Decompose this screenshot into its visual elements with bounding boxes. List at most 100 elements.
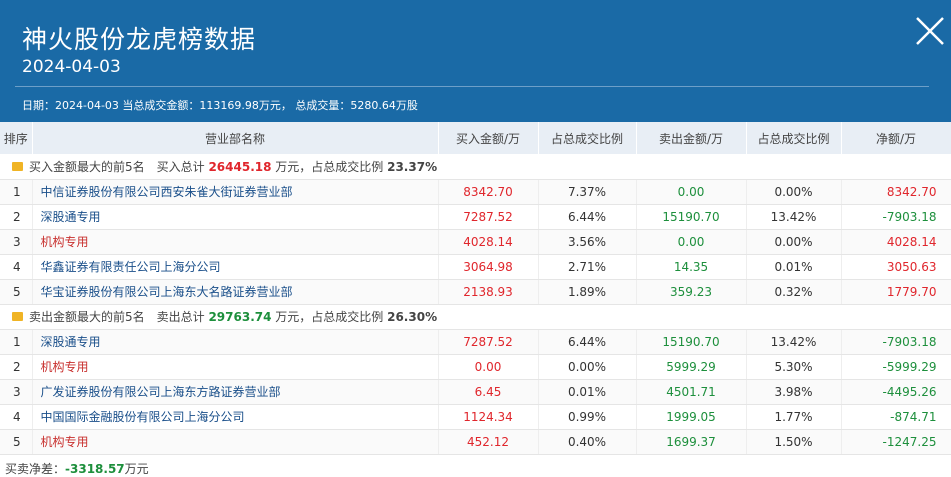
branch-link[interactable]: 中信证券股份有限公司西安朱雀大街证券营业部 [41, 185, 293, 199]
net-amount-cell: -1247.25 [841, 429, 951, 455]
branch-link[interactable]: 中国国际金融股份有限公司上海分公司 [41, 410, 245, 424]
close-icon [916, 17, 944, 45]
rank-cell: 3 [0, 379, 33, 405]
group-summary: 买入金额最大的前5名 买入总计 26445.18 万元，占总成交比例 23.37… [0, 154, 951, 180]
sell-amount-cell: 15190.70 [636, 204, 747, 230]
buy-ratio-cell: 2.71% [538, 254, 637, 280]
col-buy-amount: 买入金额/万 [438, 122, 539, 154]
col-rank: 排序 [0, 122, 33, 154]
sell-amount-cell: 359.23 [636, 279, 747, 305]
buy-ratio-cell: 0.01% [538, 379, 637, 405]
col-sell-amount: 卖出金额/万 [636, 122, 747, 154]
branch-cell: 中国国际金融股份有限公司上海分公司 [32, 404, 439, 430]
buy-ratio-cell: 6.44% [538, 329, 637, 355]
sell-amount-cell: 1699.37 [636, 429, 747, 455]
buy-ratio-cell: 3.56% [538, 229, 637, 255]
sell-amount-cell: 14.35 [636, 254, 747, 280]
table-row: 2 机构专用 0.00 0.00% 5999.29 5.30% -5999.29 [0, 354, 951, 380]
col-net-amount: 净额/万 [841, 122, 951, 154]
net-amount-cell: 3050.63 [841, 254, 951, 280]
rank-cell: 2 [0, 354, 33, 380]
close-button[interactable] [914, 15, 946, 47]
rank-cell: 4 [0, 404, 33, 430]
table-row: 4 中国国际金融股份有限公司上海分公司 1124.34 0.99% 1999.05 1.7… [0, 404, 951, 430]
rank-cell: 1 [0, 329, 33, 355]
rank-cell: 3 [0, 229, 33, 255]
rank-cell: 5 [0, 279, 33, 305]
table-row: 5 华宝证券股份有限公司上海东大名路证券营业部 2138.93 1.89% 359.23… [0, 279, 951, 305]
branch-link[interactable]: 广发证券股份有限公司上海东方路证券营业部 [41, 385, 281, 399]
branch-link[interactable]: 深股通专用 [41, 335, 101, 349]
folder-icon [12, 312, 23, 321]
sell-amount-cell: 0.00 [636, 179, 747, 205]
buy-ratio-cell: 1.89% [538, 279, 637, 305]
group-prefix: 买入金额最大的前5名 买入总计 [29, 159, 209, 174]
branch-cell: 中信证券股份有限公司西安朱雀大街证券营业部 [32, 179, 439, 205]
sell-ratio-cell: 0.32% [746, 279, 842, 305]
buy-amount-cell: 2138.93 [438, 279, 539, 305]
buy-amount-cell: 4028.14 [438, 229, 539, 255]
rank-cell: 4 [0, 254, 33, 280]
branch-cell: 机构专用 [32, 229, 439, 255]
group-mid: 万元，占总成交比例 [271, 159, 388, 174]
net-amount-cell: 8342.70 [841, 179, 951, 205]
branch-link[interactable]: 深股通专用 [41, 210, 101, 224]
buy-amount-cell: 3064.98 [438, 254, 539, 280]
table-row: 4 华鑫证券有限责任公司上海分公司 3064.98 2.71% 14.35 0.01% 30… [0, 254, 951, 280]
sell-amount-cell: 0.00 [636, 229, 747, 255]
net-difference-value: -3318.57 [65, 462, 125, 476]
net-amount-cell: 1779.70 [841, 279, 951, 305]
branch-cell: 华宝证券股份有限公司上海东大名路证券营业部 [32, 279, 439, 305]
branch-link[interactable]: 华鑫证券有限责任公司上海分公司 [41, 260, 221, 274]
col-branch-name: 营业部名称 [32, 122, 439, 154]
branch-cell: 深股通专用 [32, 204, 439, 230]
group-ratio: 26.30% [387, 310, 438, 324]
group-ratio: 23.37% [387, 159, 438, 174]
buy-group-header: 买入金额最大的前5名 买入总计 26445.18 万元，占总成交比例 23.37… [0, 154, 951, 180]
branch-link[interactable]: 机构专用 [41, 360, 89, 374]
sell-ratio-cell: 0.01% [746, 254, 842, 280]
net-amount-cell: -7903.18 [841, 204, 951, 230]
sell-ratio-cell: 13.42% [746, 204, 842, 230]
col-buy-ratio: 占总成交比例 [538, 122, 637, 154]
branch-cell: 广发证券股份有限公司上海东方路证券营业部 [32, 379, 439, 405]
buy-ratio-cell: 0.00% [538, 354, 637, 380]
sell-amount-cell: 15190.70 [636, 329, 747, 355]
buy-amount-cell: 7287.52 [438, 329, 539, 355]
buy-amount-cell: 6.45 [438, 379, 539, 405]
sell-ratio-cell: 0.00% [746, 229, 842, 255]
net-amount-cell: -5999.29 [841, 354, 951, 380]
net-difference-unit: 万元 [124, 462, 149, 476]
buy-ratio-cell: 6.44% [538, 204, 637, 230]
header-divider [15, 86, 929, 87]
buy-amount-cell: 1124.34 [438, 404, 539, 430]
sell-ratio-cell: 1.77% [746, 404, 842, 430]
net-amount-cell: 4028.14 [841, 229, 951, 255]
group-prefix: 卖出金额最大的前5名 卖出总计 [29, 310, 209, 324]
table-row: 2 深股通专用 7287.52 6.44% 15190.70 13.42% -7903.18 [0, 204, 951, 230]
table-header-row: 排序 营业部名称 买入金额/万 占总成交比例 卖出金额/万 占总成交比例 净额/… [0, 122, 951, 154]
branch-link[interactable]: 华宝证券股份有限公司上海东大名路证券营业部 [41, 285, 293, 299]
sell-ratio-cell: 0.00% [746, 179, 842, 205]
sell-group-header: 卖出金额最大的前5名 卖出总计 29763.74 万元，占总成交比例 26.30… [0, 304, 951, 330]
branch-link[interactable]: 机构专用 [41, 435, 89, 449]
group-total: 29763.74 [208, 310, 272, 324]
branch-link[interactable]: 机构专用 [41, 235, 89, 249]
dragon-tiger-table: 排序 营业部名称 买入金额/万 占总成交比例 卖出金额/万 占总成交比例 净额/… [0, 122, 951, 455]
sell-amount-cell: 4501.71 [636, 379, 747, 405]
buy-ratio-cell: 7.37% [538, 179, 637, 205]
table-row: 1 中信证券股份有限公司西安朱雀大街证券营业部 8342.70 7.37% 0.00 0.… [0, 179, 951, 205]
branch-cell: 机构专用 [32, 429, 439, 455]
buy-amount-cell: 7287.52 [438, 204, 539, 230]
rank-cell: 5 [0, 429, 33, 455]
sell-ratio-cell: 13.42% [746, 329, 842, 355]
branch-cell: 机构专用 [32, 354, 439, 380]
net-amount-cell: -874.71 [841, 404, 951, 430]
dialog-title: 神火股份龙虎榜数据 [22, 25, 257, 54]
sell-ratio-cell: 3.98% [746, 379, 842, 405]
folder-icon [12, 161, 23, 171]
group-mid: 万元，占总成交比例 [271, 310, 388, 324]
sell-amount-cell: 1999.05 [636, 404, 747, 430]
buy-amount-cell: 8342.70 [438, 179, 539, 205]
dialog-header: 神火股份龙虎榜数据 2024-04-03 日期：2024-04-03 当总成交金… [0, 0, 951, 122]
